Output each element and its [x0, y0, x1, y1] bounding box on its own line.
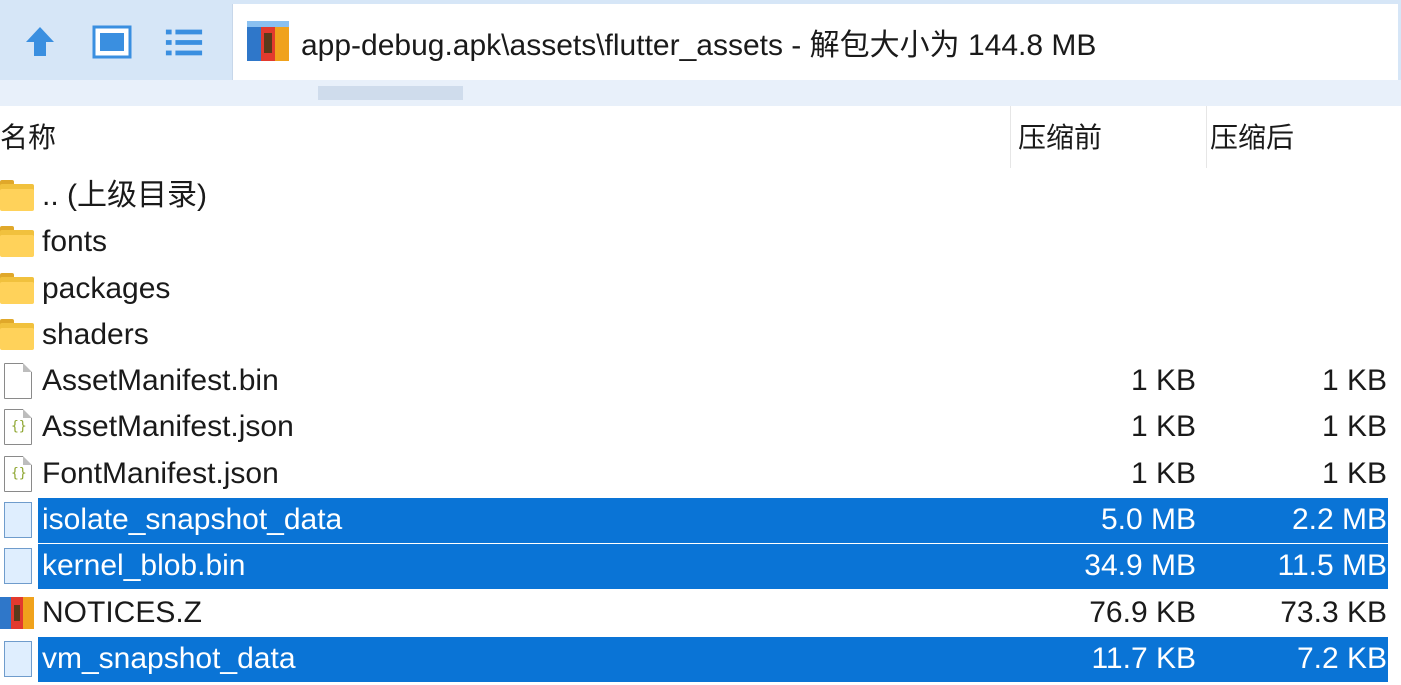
size-before: 34.9 MB — [1084, 549, 1196, 583]
archive-icon — [0, 595, 36, 631]
size-before: 1 KB — [1130, 456, 1196, 490]
column-header-name[interactable]: 名称 — [0, 106, 56, 168]
up-arrow-icon[interactable] — [20, 22, 60, 62]
file-list: .. (上级目录) fonts packages shaders AssetMa… — [0, 173, 1401, 682]
current-path: app-debug.apk\assets\flutter_assets - 解包… — [301, 29, 1097, 62]
file-name: NOTICES.Z — [42, 595, 203, 629]
json-file-icon: {} — [0, 455, 36, 492]
file-icon — [0, 640, 36, 677]
folder-icon — [0, 224, 36, 260]
file-name: shaders — [42, 317, 149, 351]
column-header: 名称 压缩前 压缩后 — [0, 106, 1401, 168]
column-header-after[interactable]: 压缩后 — [1210, 106, 1294, 168]
folder-icon — [0, 178, 36, 214]
column-divider[interactable] — [1206, 106, 1207, 168]
horizontal-scrollbar[interactable] — [0, 80, 1401, 106]
archive-icon — [245, 19, 291, 65]
folder-icon — [0, 271, 36, 307]
size-after: 11.5 MB — [1277, 549, 1388, 583]
size-after: 2.2 MB — [1291, 503, 1387, 537]
size-before: 1 KB — [1130, 364, 1196, 398]
file-name: AssetManifest.bin — [42, 364, 279, 398]
list-item[interactable]: {} AssetManifest.json 1 KB 1 KB — [0, 404, 1401, 450]
column-divider[interactable] — [1010, 106, 1011, 168]
list-item[interactable]: isolate_snapshot_data 5.0 MB 2.2 MB — [0, 497, 1401, 544]
list-item[interactable]: packages — [0, 266, 1401, 312]
file-name: AssetManifest.json — [42, 410, 294, 444]
size-after: 1 KB — [1321, 410, 1387, 444]
size-before: 5.0 MB — [1100, 503, 1196, 537]
size-before: 76.9 KB — [1089, 595, 1196, 629]
list-item[interactable]: NOTICES.Z 76.9 KB 73.3 KB — [0, 590, 1401, 636]
list-item[interactable]: {} FontManifest.json 1 KB 1 KB — [0, 451, 1401, 497]
size-after: 7.2 KB — [1296, 641, 1387, 675]
size-after: 1 KB — [1321, 456, 1387, 490]
single-pane-icon[interactable] — [92, 22, 132, 62]
list-item[interactable]: vm_snapshot_data 11.7 KB 7.2 KB — [0, 636, 1401, 682]
column-header-before[interactable]: 压缩前 — [1018, 106, 1102, 168]
file-icon — [0, 502, 36, 539]
file-icon — [0, 548, 36, 585]
scrollbar-thumb[interactable] — [318, 86, 463, 100]
list-view-icon[interactable] — [164, 22, 204, 62]
list-item[interactable]: AssetManifest.bin 1 KB 1 KB — [0, 358, 1401, 404]
file-name: isolate_snapshot_data — [42, 503, 343, 537]
size-after: 1 KB — [1321, 364, 1387, 398]
file-icon — [0, 363, 36, 400]
list-item[interactable]: fonts — [0, 219, 1401, 265]
file-name: .. (上级目录) — [42, 179, 207, 212]
list-item[interactable]: shaders — [0, 312, 1401, 358]
address-bar[interactable]: app-debug.apk\assets\flutter_assets - 解包… — [232, 4, 1398, 80]
size-before: 1 KB — [1130, 410, 1196, 444]
size-after: 73.3 KB — [1280, 595, 1387, 629]
size-before: 11.7 KB — [1091, 641, 1196, 675]
file-name: fonts — [42, 225, 108, 259]
file-name: packages — [42, 271, 171, 305]
file-name: kernel_blob.bin — [42, 549, 246, 583]
file-name: FontManifest.json — [42, 456, 279, 490]
toolbar: app-debug.apk\assets\flutter_assets - 解包… — [0, 0, 1401, 88]
file-name: vm_snapshot_data — [42, 641, 296, 675]
list-item[interactable]: kernel_blob.bin 34.9 MB 11.5 MB — [0, 543, 1401, 590]
list-item[interactable]: .. (上级目录) — [0, 173, 1401, 219]
json-file-icon: {} — [0, 409, 36, 446]
folder-icon — [0, 317, 36, 353]
